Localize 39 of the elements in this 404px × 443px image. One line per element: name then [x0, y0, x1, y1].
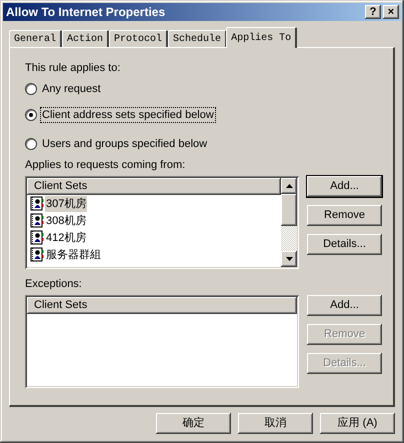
scroll-down-icon: [286, 257, 292, 261]
list-item[interactable]: 307机房: [45, 196, 88, 212]
radio-label[interactable]: Any request: [41, 82, 102, 96]
dialog-button[interactable]: 应用 (A): [320, 413, 395, 434]
list-item[interactable]: 308机房: [45, 212, 88, 228]
section-label: Applies to requests coming from:: [25, 158, 186, 172]
address-book-icon: [30, 196, 44, 211]
dialog-button[interactable]: Add...: [307, 176, 382, 197]
scroll-up-icon: [286, 184, 292, 188]
dialog-button[interactable]: 取消: [238, 413, 313, 434]
list-item[interactable]: 412机房: [45, 230, 88, 246]
title-bar-button[interactable]: ?: [365, 5, 381, 19]
address-book-icon: [30, 213, 44, 228]
column-header[interactable]: Client Sets: [27, 178, 281, 195]
dialog-button[interactable]: Remove: [307, 205, 382, 226]
section-label: Exceptions:: [25, 277, 83, 291]
rule-label: This rule applies to:: [25, 61, 122, 75]
tab[interactable]: Action: [62, 30, 110, 47]
radio-button[interactable]: [25, 109, 37, 121]
client-sets-list[interactable]: Client Sets: [25, 295, 299, 388]
address-book-icon: [30, 247, 44, 262]
radio-label[interactable]: Client address sets specified below: [41, 108, 215, 122]
column-header[interactable]: Client Sets: [27, 297, 297, 314]
radio-button[interactable]: [25, 138, 37, 150]
list-item[interactable]: 服务器群組: [45, 246, 102, 262]
dialog-button[interactable]: Add...: [307, 295, 382, 316]
tab[interactable]: Schedule: [168, 30, 228, 47]
dialog-button[interactable]: Details...: [307, 234, 382, 255]
window-title: Allow To Internet Properties: [6, 4, 166, 21]
tab[interactable]: General: [9, 30, 62, 47]
client-sets-list[interactable]: Client Sets 307机房 308机房 412机房 服务器群組: [25, 176, 299, 269]
scrollbar[interactable]: [281, 178, 297, 267]
radio-button[interactable]: [25, 83, 37, 95]
tab[interactable]: Applies To: [226, 27, 298, 48]
dialog-button[interactable]: 确定: [156, 413, 231, 434]
address-book-icon: [30, 230, 44, 245]
radio-label[interactable]: Users and groups specified below: [41, 137, 208, 151]
tab[interactable]: Protocol: [109, 30, 168, 47]
title-bar-button[interactable]: ×: [383, 5, 399, 19]
